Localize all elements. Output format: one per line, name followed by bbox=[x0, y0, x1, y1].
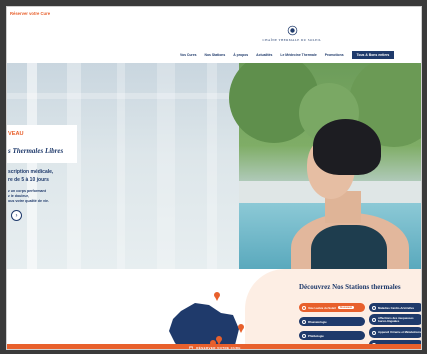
stations-section: Découvrez Nos Stations thermales Voie La… bbox=[7, 269, 422, 349]
calendar-icon bbox=[189, 346, 194, 349]
hero-kicker: VEAU bbox=[8, 131, 24, 137]
nav-vos-cures[interactable]: Vos Cures bbox=[180, 53, 197, 57]
pill-label: Maladies Cardio-Artérielles bbox=[378, 305, 415, 310]
pill-dot-icon bbox=[372, 305, 376, 310]
pill-station-featured[interactable]: Voie Lactée du Soleil Nouveauté bbox=[299, 303, 365, 312]
hero-body-line: ous votre qualité de vie. bbox=[8, 199, 49, 203]
logo-text: CHAÎNE THERMALE DU SOLEIL bbox=[262, 38, 322, 42]
pill-dot-icon bbox=[372, 317, 376, 322]
reserve-cure-link[interactable]: Réserver votre Cure bbox=[10, 11, 50, 16]
nav-medecine-thermale[interactable]: Le Médecine Thermale bbox=[280, 53, 316, 57]
pill-label: Rhumatologie bbox=[308, 319, 327, 324]
nav-cta-button[interactable]: Tous & Bons entiers bbox=[351, 51, 395, 59]
hero-subtitle-line-2: re de 5 à 10 jours bbox=[8, 177, 49, 183]
nav-nos-stations[interactable]: Nos Stations bbox=[205, 53, 226, 57]
hero-body-text: z un corps performant z le douleur, ous … bbox=[8, 189, 68, 204]
pill-label: Affections des muqueuses bucco-linguales bbox=[378, 315, 414, 323]
nav-a-propos[interactable]: À propos bbox=[233, 53, 248, 57]
main-nav: Vos Cures Nos Stations À propos Actualit… bbox=[180, 51, 395, 59]
pill-dot-icon bbox=[302, 333, 306, 338]
hero-banner: VEAU s Thermales Libres scription médica… bbox=[7, 63, 421, 269]
pill-bucco-linguales[interactable]: Affections des muqueuses bucco-linguales bbox=[369, 314, 421, 325]
pill-cardio-arterielles[interactable]: Maladies Cardio-Artérielles bbox=[369, 303, 421, 312]
pill-label: Phlébologie bbox=[308, 333, 324, 338]
pill-dot-icon bbox=[302, 305, 306, 310]
pill-dot-icon bbox=[372, 330, 376, 335]
reserve-cure-sticky-bar[interactable]: RÉSERVER VOTRE CURE bbox=[7, 344, 421, 350]
stations-title: Découvrez Nos Stations thermales bbox=[299, 283, 401, 291]
pill-label: Appareil Urinaire et Métabolisme bbox=[378, 330, 422, 334]
map-pin-icon[interactable] bbox=[238, 324, 244, 333]
site-logo[interactable]: CHAÎNE THERMALE DU SOLEIL bbox=[262, 25, 322, 42]
pill-dot-icon bbox=[302, 319, 306, 324]
nav-promotions[interactable]: Promotions bbox=[325, 53, 344, 57]
hero-arrow-button[interactable]: › bbox=[11, 210, 22, 221]
pill-rhumatologie[interactable]: Rhumatologie bbox=[299, 317, 365, 326]
hero-title: s Thermales Libres bbox=[8, 147, 64, 155]
sun-logo-icon bbox=[287, 25, 297, 36]
hero-subtitle-line-1: scription médicale, bbox=[8, 169, 54, 175]
nav-actualites[interactable]: Actualités bbox=[256, 53, 272, 57]
new-badge: Nouveauté bbox=[337, 306, 355, 309]
hero-left-image bbox=[7, 63, 239, 269]
hero-photo-swimmer bbox=[229, 63, 421, 269]
pill-urinaire-metabolisme[interactable]: Appareil Urinaire et Métabolisme bbox=[369, 327, 422, 338]
france-map bbox=[169, 292, 244, 349]
arrow-right-icon: › bbox=[15, 212, 18, 219]
pill-label: Voie Lactée du Soleil bbox=[308, 305, 336, 310]
pill-phlebologie[interactable]: Phlébologie bbox=[299, 331, 365, 340]
reserve-cure-label: RÉSERVER VOTRE CURE bbox=[196, 345, 241, 350]
site-header: Réserver votre Cure CHAÎNE THERMALE DU S… bbox=[7, 7, 421, 63]
map-pin-icon[interactable] bbox=[214, 292, 220, 301]
browser-page: Réserver votre Cure CHAÎNE THERMALE DU S… bbox=[6, 6, 422, 350]
